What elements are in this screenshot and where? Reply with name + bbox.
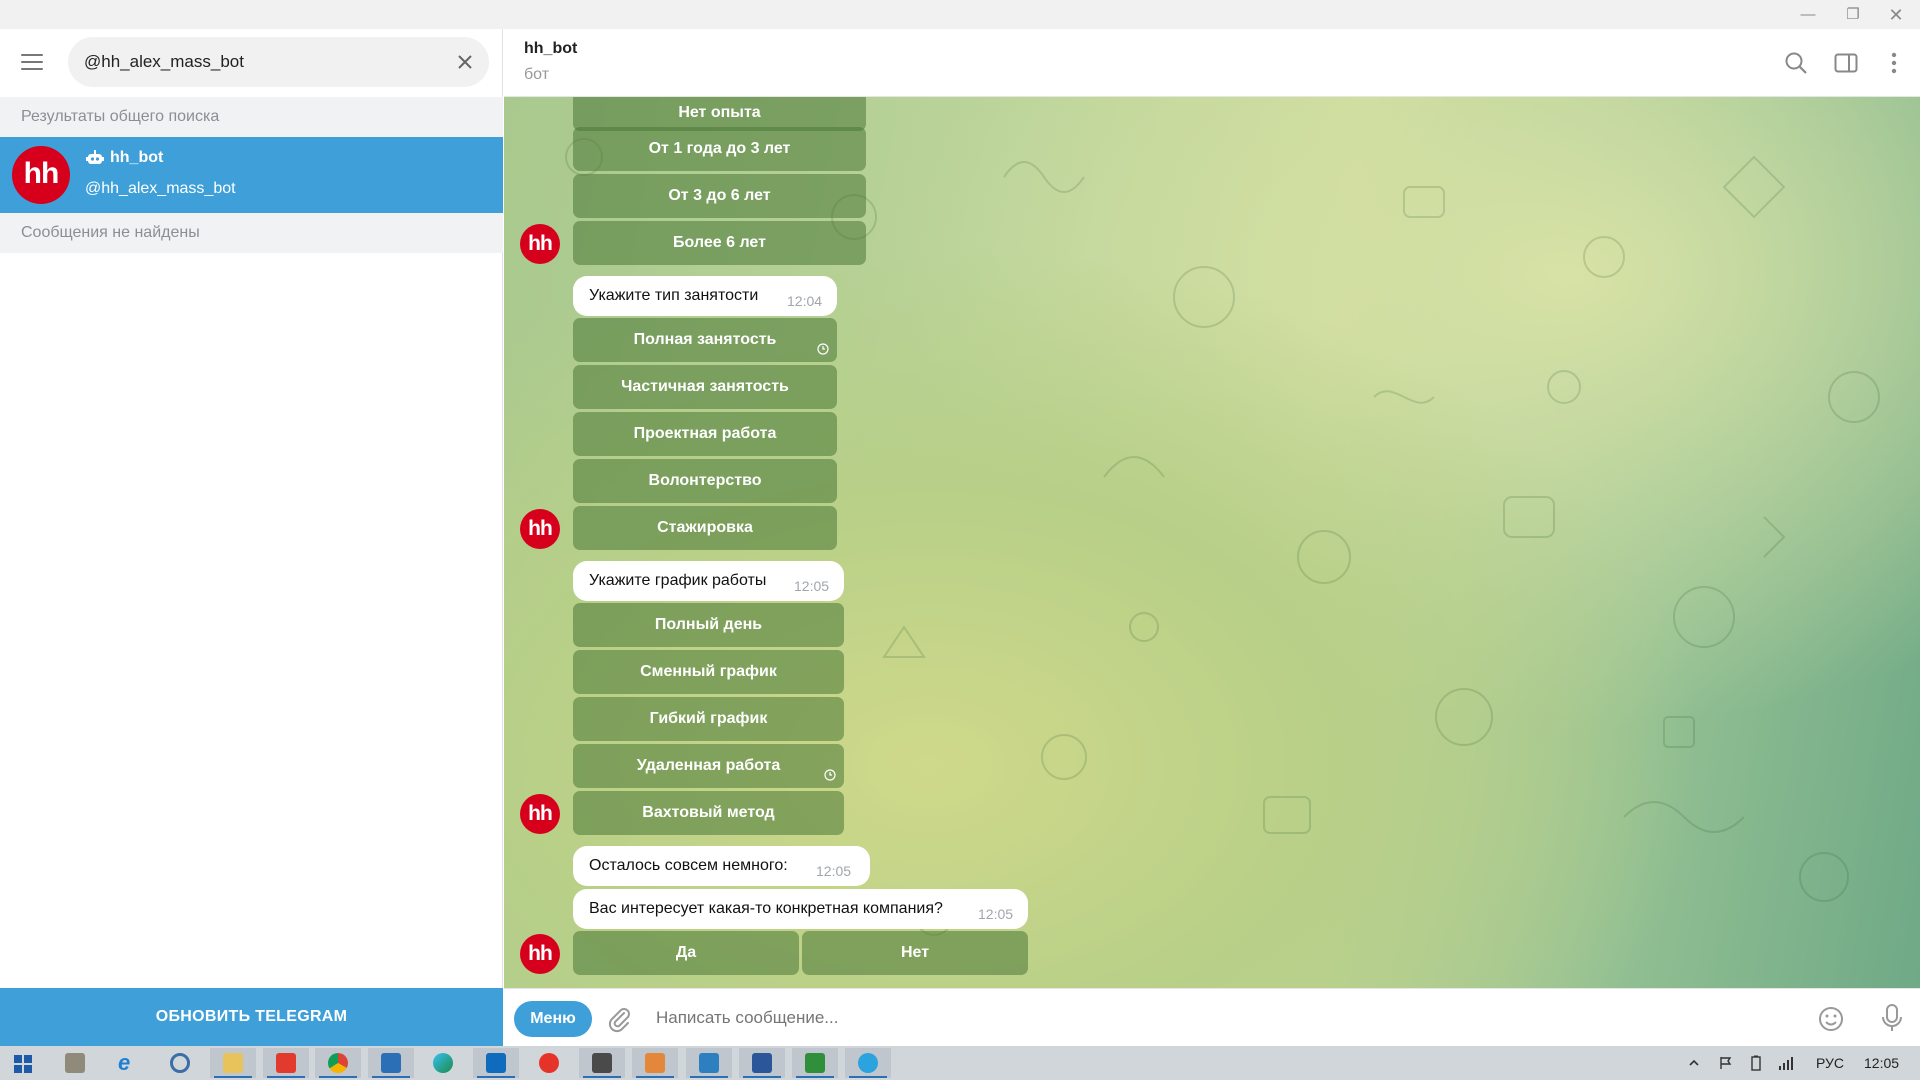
no-messages-header: Сообщения не найдены bbox=[0, 213, 503, 253]
app-blue-icon[interactable] bbox=[686, 1048, 732, 1078]
microphone-icon[interactable] bbox=[1878, 1003, 1906, 1033]
avatar[interactable]: hh bbox=[520, 934, 560, 974]
flag-icon[interactable] bbox=[1718, 1055, 1734, 1071]
app-generic-icon[interactable] bbox=[52, 1048, 98, 1078]
result-name: hh_bot bbox=[110, 149, 164, 166]
search-app-icon[interactable] bbox=[368, 1048, 414, 1078]
search-result-hh-bot[interactable]: hh hh_bot @hh_alex_mass_bot bbox=[0, 137, 503, 213]
message-text: Вас интересует какая-то конкретная компа… bbox=[589, 900, 943, 917]
keyboard-button-no[interactable]: Нет bbox=[802, 931, 1028, 975]
global-results-header: Результаты общего поиска bbox=[0, 97, 503, 137]
message-time: 12:04 bbox=[787, 293, 823, 309]
message-bubble: Укажите график работы 12:05 bbox=[573, 561, 844, 601]
telegram-icon[interactable] bbox=[845, 1048, 891, 1078]
clear-search-icon[interactable] bbox=[453, 50, 477, 74]
outlook-icon[interactable] bbox=[473, 1048, 519, 1078]
message-time: 12:05 bbox=[794, 578, 830, 594]
message-text: Укажите тип занятости bbox=[589, 287, 759, 304]
signal-icon[interactable] bbox=[1778, 1055, 1794, 1071]
keyboard-button[interactable]: Частичная занятость bbox=[573, 365, 837, 409]
windows-start-icon[interactable] bbox=[0, 1048, 46, 1078]
keyboard-button[interactable]: Нет опыта bbox=[573, 97, 866, 131]
keyboard-button[interactable]: От 3 до 6 лет bbox=[573, 174, 866, 218]
search-input[interactable] bbox=[82, 37, 442, 87]
file-explorer-icon[interactable] bbox=[210, 1048, 256, 1078]
more-options-icon[interactable] bbox=[1880, 49, 1908, 77]
bot-icon bbox=[86, 150, 104, 164]
internet-explorer-icon[interactable]: e bbox=[105, 1048, 151, 1078]
app-orange-icon[interactable] bbox=[632, 1048, 678, 1078]
message-text: Укажите график работы bbox=[589, 572, 767, 589]
keyboard-button[interactable]: Полный день bbox=[573, 603, 844, 647]
word-icon[interactable] bbox=[739, 1048, 785, 1078]
app-circle-icon[interactable] bbox=[157, 1048, 203, 1078]
chat-header: hh_bot бот bbox=[504, 29, 1920, 97]
chat-status: бот bbox=[524, 66, 550, 83]
search-icon[interactable] bbox=[1782, 49, 1810, 77]
yandex-browser-icon[interactable] bbox=[526, 1048, 572, 1078]
window-title-bar: — ❐ ✕ bbox=[0, 0, 1920, 29]
update-telegram-button[interactable]: ОБНОВИТЬ TELEGRAM bbox=[0, 988, 503, 1046]
battery-icon[interactable] bbox=[1748, 1055, 1764, 1071]
app-green-icon[interactable] bbox=[792, 1048, 838, 1078]
keyboard-button[interactable]: Полная занятость bbox=[573, 318, 837, 362]
chat-messages-area: Нет опыта От 1 года до 3 лет От 3 до 6 л… bbox=[504, 97, 1920, 988]
message-bubble: Осталось совсем немного: 12:05 bbox=[573, 846, 870, 886]
avatar[interactable]: hh bbox=[520, 794, 560, 834]
clock-icon bbox=[824, 769, 836, 781]
keyboard-button[interactable]: Гибкий график bbox=[573, 697, 844, 741]
message-input[interactable] bbox=[654, 999, 1694, 1037]
keyboard-button[interactable]: Проектная работа bbox=[573, 412, 837, 456]
message-time: 12:05 bbox=[816, 863, 852, 879]
avatar[interactable]: hh bbox=[520, 509, 560, 549]
avatar: hh bbox=[12, 146, 70, 204]
avatar[interactable]: hh bbox=[520, 224, 560, 264]
keyboard-button[interactable]: От 1 года до 3 лет bbox=[573, 127, 866, 171]
keyboard-button[interactable]: Стажировка bbox=[573, 506, 837, 550]
windows-taskbar: e РУС 12:05 bbox=[0, 1046, 1920, 1080]
clock-time[interactable]: 12:05 bbox=[1864, 1055, 1899, 1071]
message-time: 12:05 bbox=[978, 906, 1014, 922]
keyboard-button[interactable]: Сменный график bbox=[573, 650, 844, 694]
bot-menu-button[interactable]: Меню bbox=[514, 1001, 592, 1037]
edge-icon[interactable] bbox=[420, 1048, 466, 1078]
emoji-icon[interactable] bbox=[1817, 1005, 1845, 1033]
chat-list-panel: Результаты общего поиска hh hh_bot @hh_a… bbox=[0, 29, 503, 1046]
result-handle: @hh_alex_mass_bot bbox=[85, 180, 236, 197]
search-box bbox=[68, 37, 489, 87]
yandex-disk-icon[interactable] bbox=[263, 1048, 309, 1078]
keyboard-button[interactable]: Более 6 лет bbox=[573, 221, 866, 265]
message-bubble: Укажите тип занятости 12:04 bbox=[573, 276, 837, 316]
chrome-icon[interactable] bbox=[315, 1048, 361, 1078]
restore-icon[interactable]: ❐ bbox=[1842, 4, 1864, 26]
chevron-up-icon[interactable] bbox=[1686, 1055, 1702, 1071]
sidebar-toggle-icon[interactable] bbox=[1832, 49, 1860, 77]
keyboard-button[interactable]: Вахтовый метод bbox=[573, 791, 844, 835]
hamburger-menu-icon[interactable] bbox=[18, 49, 46, 77]
keyboard-button-yes[interactable]: Да bbox=[573, 931, 799, 975]
keyboard-button[interactable]: Волонтерство bbox=[573, 459, 837, 503]
message-composer: Меню bbox=[504, 988, 1920, 1046]
language-indicator[interactable]: РУС bbox=[1816, 1055, 1844, 1071]
message-bubble: Вас интересует какая-то конкретная компа… bbox=[573, 889, 1028, 929]
app-p-icon[interactable] bbox=[579, 1048, 625, 1078]
paperclip-icon[interactable] bbox=[604, 1004, 634, 1034]
minimize-icon[interactable]: — bbox=[1797, 4, 1819, 26]
clock-icon bbox=[817, 343, 829, 355]
keyboard-button[interactable]: Удаленная работа bbox=[573, 744, 844, 788]
message-text: Осталось совсем немного: bbox=[589, 857, 788, 874]
close-icon[interactable]: ✕ bbox=[1885, 4, 1907, 26]
chat-title[interactable]: hh_bot bbox=[524, 40, 577, 58]
